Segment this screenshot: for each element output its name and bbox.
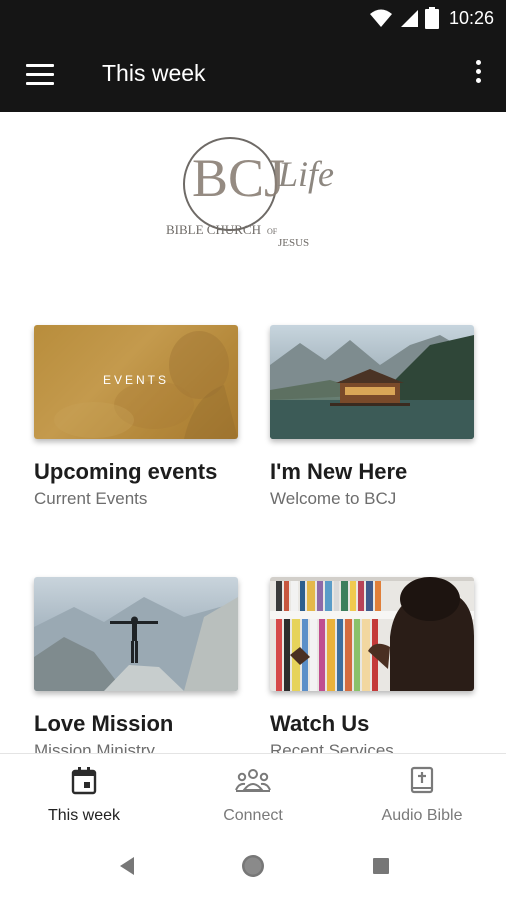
home-icon[interactable]	[240, 853, 266, 879]
card-title: I'm New Here	[270, 459, 408, 484]
system-navigation-bar	[0, 835, 506, 900]
logo-line1: BIBLE CHURCH	[166, 222, 261, 237]
status-bar: 10:26	[0, 0, 506, 38]
back-icon[interactable]	[117, 855, 137, 877]
calendar-icon	[71, 767, 97, 795]
recents-icon[interactable]	[371, 855, 391, 877]
people-icon	[235, 769, 271, 792]
signal-icon	[400, 10, 418, 27]
battery-icon	[424, 7, 439, 29]
card-image-lake	[270, 325, 474, 439]
card-upcoming-events[interactable]: EVENTS Upcoming events Current Events	[34, 325, 238, 509]
logo-line3: JESUS	[278, 237, 309, 249]
wifi-icon	[369, 9, 392, 27]
app-bar: This week	[0, 38, 506, 112]
bottom-navigation: This week Connect Audio Bible	[0, 753, 506, 835]
logo-area: BCJ Life BIBLE CHURCH OF JESUS	[0, 112, 506, 302]
card-new-here[interactable]: I'm New Here Welcome to BCJ	[270, 325, 474, 509]
card-image-mountain	[34, 577, 238, 691]
card-image-events: EVENTS	[34, 325, 238, 439]
page-title: This week	[102, 60, 206, 86]
status-time: 10:26	[448, 7, 494, 28]
logo-monogram: BCJ	[192, 148, 285, 208]
nav-label-this-week: This week	[47, 807, 121, 824]
card-subtitle: Welcome to BCJ	[270, 489, 397, 508]
logo-script-word: Life	[277, 154, 334, 194]
card-subtitle: Current Events	[34, 489, 148, 508]
nav-item-audio-bible[interactable]: Audio Bible	[338, 766, 506, 825]
hamburger-menu-icon[interactable]	[26, 64, 54, 86]
church-logo: BCJ Life BIBLE CHURCH OF JESUS	[166, 137, 334, 249]
nav-label-connect: Connect	[223, 807, 283, 824]
more-vert-icon[interactable]	[472, 60, 484, 90]
bible-icon	[410, 766, 434, 794]
card-title: Love Mission	[34, 711, 174, 736]
nav-item-connect[interactable]: Connect	[169, 766, 337, 825]
card-image-bookshelf	[270, 577, 474, 691]
card-watch-us[interactable]: Watch Us Recent Services	[270, 577, 474, 754]
events-image-label: EVENTS	[102, 373, 169, 387]
card-title: Upcoming events	[34, 459, 218, 484]
card-title: Watch Us	[270, 711, 370, 736]
logo-line2: OF	[267, 227, 278, 236]
card-love-mission[interactable]: Love Mission Mission Ministry	[34, 577, 238, 754]
nav-item-this-week[interactable]: This week	[0, 766, 168, 825]
status-icons: 10:26	[369, 7, 494, 29]
nav-label-audio-bible: Audio Bible	[381, 807, 463, 824]
card-grid: EVENTS Upcoming events Current Events I'…	[0, 302, 506, 754]
